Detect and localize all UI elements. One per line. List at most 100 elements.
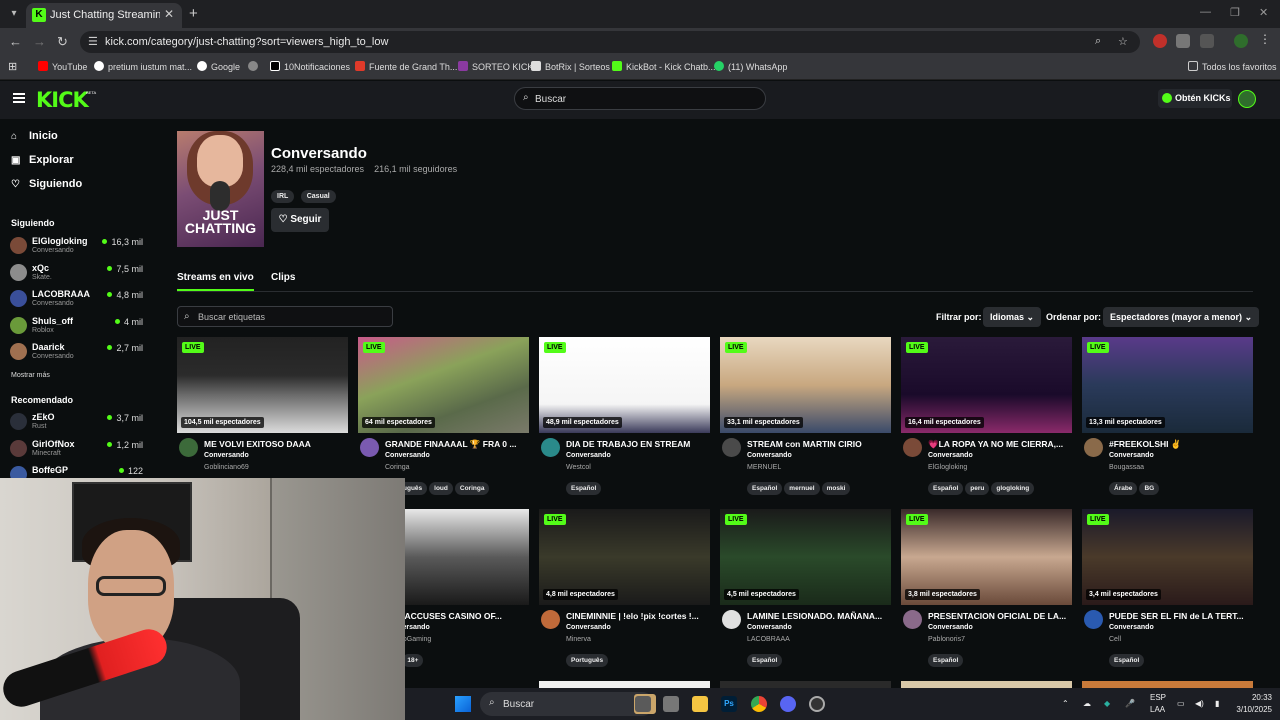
url-field[interactable]: ☰ kick.com/category/just-chatting?sort=v…: [80, 31, 1140, 53]
extensions-puzzle-icon[interactable]: [1200, 34, 1214, 48]
stream-thumbnail[interactable]: LIVE 4,5 mil espectadores: [720, 509, 891, 605]
sidebar-channel[interactable]: Daarick Conversando 2,7 mil: [10, 342, 145, 366]
bookmark-sorteo[interactable]: SORTEO KICK: [458, 61, 533, 72]
stream-thumbnail[interactable]: LIVE 16,4 mil espectadores: [901, 337, 1072, 433]
zoom-icon[interactable]: ⌕: [1095, 35, 1101, 48]
tag-chip[interactable]: Español: [1109, 654, 1145, 667]
reload-icon[interactable]: ↻: [57, 34, 68, 50]
stream-card[interactable]: LIVE 33,1 mil espectadores STREAM con MA…: [720, 337, 891, 495]
stream-thumbnail[interactable]: LIVE 33,1 mil espectadores: [720, 337, 891, 433]
sidebar-channel[interactable]: GirlOfNox Minecraft 1,2 mil: [10, 439, 145, 463]
stream-title[interactable]: CINEMINNIE | !elo !pix !cortes !...: [566, 611, 706, 621]
volume-icon[interactable]: ◀): [1195, 699, 1204, 708]
stream-title[interactable]: STREAM con MARTIN CIRIO: [747, 439, 887, 449]
stream-card[interactable]: LIVE 104,5 mil espectadores ME VOLVI EXI…: [177, 337, 348, 487]
stream-title[interactable]: PUEDE SER EL FIN de LA TERT...: [1109, 611, 1249, 621]
stream-thumbnail[interactable]: LIVE 3,8 mil espectadores: [901, 509, 1072, 605]
stream-title[interactable]: #FREEKOLSHI ✌: [1109, 439, 1249, 450]
avatar[interactable]: [722, 610, 741, 629]
photoshop-icon[interactable]: Ps: [721, 696, 737, 712]
sidebar-item-explorar[interactable]: ▣ Explorar: [11, 154, 74, 166]
streamer-name[interactable]: Bougassaa: [1109, 464, 1144, 471]
avatar[interactable]: [179, 438, 198, 457]
clock-time[interactable]: 20:33: [1230, 693, 1272, 702]
sidebar-channel[interactable]: Shuls_off Roblox 4 mil: [10, 316, 145, 340]
streamer-name[interactable]: Minerva: [566, 636, 591, 643]
browser-tab[interactable]: K Just Chatting Streaming - Live S ✕: [26, 3, 182, 28]
app-icon[interactable]: [809, 696, 825, 712]
back-icon[interactable]: ←: [9, 34, 22, 49]
user-avatar[interactable]: [1238, 90, 1256, 108]
stream-thumbnail[interactable]: LIVE 4,8 mil espectadores: [539, 509, 710, 605]
chrome-icon[interactable]: [751, 696, 767, 712]
streamer-name[interactable]: MERNUEL: [747, 464, 781, 471]
tag-chip[interactable]: Casual: [300, 190, 336, 203]
tag-chip[interactable]: Español: [928, 482, 964, 495]
avatar[interactable]: [903, 610, 922, 629]
stream-category[interactable]: Conversando: [747, 624, 792, 631]
tag-chip[interactable]: glogloking: [991, 482, 1035, 495]
stream-thumbnail[interactable]: LIVE 3,4 mil espectadores: [1082, 509, 1253, 605]
stream-card[interactable]: LIVE 3,4 mil espectadores PUEDE SER EL F…: [1082, 509, 1253, 667]
stream-card[interactable]: LIVE 48,9 mil espectadores DIA DE TRABAJ…: [539, 337, 710, 495]
stream-thumbnail[interactable]: LIVE 104,5 mil espectadores: [177, 337, 348, 433]
bookmark-youtube[interactable]: YouTube: [38, 61, 87, 72]
stream-thumbnail[interactable]: LIVE 64 mil espectadores: [358, 337, 529, 433]
tag-chip[interactable]: BG: [1139, 482, 1160, 495]
stream-thumbnail[interactable]: [901, 681, 1072, 688]
avatar[interactable]: [903, 438, 922, 457]
tag-chip[interactable]: Español: [747, 654, 783, 667]
follow-button[interactable]: ♡ Seguir: [271, 208, 329, 232]
avatar[interactable]: [360, 438, 379, 457]
microphone-icon[interactable]: 🎤: [1125, 699, 1135, 708]
stream-category[interactable]: Conversando: [1109, 624, 1154, 631]
tag-search-input[interactable]: ⌕ Buscar etiquetas: [177, 306, 393, 327]
bookmark-pretium[interactable]: pretium iustum mat...: [94, 61, 192, 72]
stream-category[interactable]: Conversando: [1109, 452, 1154, 459]
forward-icon[interactable]: →: [33, 34, 46, 49]
stream-thumbnail[interactable]: [539, 681, 710, 688]
bookmark-google[interactable]: Google: [197, 61, 240, 72]
sidebar-channel[interactable]: LACOBRAAA Conversando 4,8 mil: [10, 289, 145, 313]
tag-chip[interactable]: Árabe: [1109, 482, 1138, 495]
tab-list-icon[interactable]: ▾: [6, 6, 22, 22]
bookmark-whatsapp[interactable]: (11) WhatsApp: [714, 61, 787, 72]
tag-chip[interactable]: IRL: [271, 190, 295, 203]
taskbar-search[interactable]: ⌕ Buscar: [480, 692, 654, 716]
network-icon[interactable]: ▭: [1177, 699, 1185, 708]
tag-chip[interactable]: Español: [747, 482, 783, 495]
bookmark-star-icon[interactable]: ☆: [1118, 35, 1128, 48]
stream-title[interactable]: ME VOLVI EXITOSO DAAA: [204, 439, 344, 449]
bookmark-botrix[interactable]: BotRix | Sorteos: [531, 61, 610, 72]
stream-category[interactable]: Conversando: [566, 624, 611, 631]
minimize-icon[interactable]: —: [1200, 6, 1211, 18]
new-tab-icon[interactable]: +: [189, 5, 198, 22]
stream-title[interactable]: PRESENTACION OFICIAL DE LA...: [928, 611, 1068, 621]
streamer-name[interactable]: Pablonoris7: [928, 636, 965, 643]
streamer-name[interactable]: Westcol: [566, 464, 591, 471]
menu-icon[interactable]: [13, 93, 25, 103]
stream-card[interactable]: LIVE 4,8 mil espectadores CINEMINNIE | !…: [539, 509, 710, 667]
avatar[interactable]: [541, 438, 560, 457]
task-view-icon[interactable]: [635, 696, 651, 712]
discord-icon[interactable]: [780, 696, 796, 712]
streamer-name[interactable]: LACOBRAAA: [747, 636, 790, 643]
stream-category[interactable]: Conversando: [928, 452, 973, 459]
tag-chip[interactable]: 18+: [402, 654, 424, 667]
stream-title[interactable]: DIA DE TRABAJO EN STREAM: [566, 439, 706, 449]
stream-card[interactable]: LIVE 4,5 mil espectadores LAMINE LESIONA…: [720, 509, 891, 667]
stream-thumbnail[interactable]: LIVE 13,3 mil espectadores: [1082, 337, 1253, 433]
sidebar-channel[interactable]: zEkO Rust 3,7 mil: [10, 412, 145, 436]
streamer-name[interactable]: Coringa: [385, 464, 410, 471]
avatar[interactable]: [722, 438, 741, 457]
onedrive-icon[interactable]: ☁: [1083, 699, 1091, 708]
battery-icon[interactable]: ▮: [1215, 699, 1219, 708]
sidebar-item-siguiendo[interactable]: ♡ Siguiendo: [11, 178, 82, 190]
tag-chip[interactable]: loud: [429, 482, 453, 495]
stream-card[interactable]: LIVE 64 mil espectadores GRANDE FINAAAAL…: [358, 337, 529, 495]
stream-category[interactable]: Conversando: [928, 624, 973, 631]
avatar[interactable]: [541, 610, 560, 629]
tag-chip[interactable]: peru: [965, 482, 990, 495]
tag-chip[interactable]: Español: [928, 654, 964, 667]
maximize-icon[interactable]: ❐: [1230, 6, 1240, 19]
